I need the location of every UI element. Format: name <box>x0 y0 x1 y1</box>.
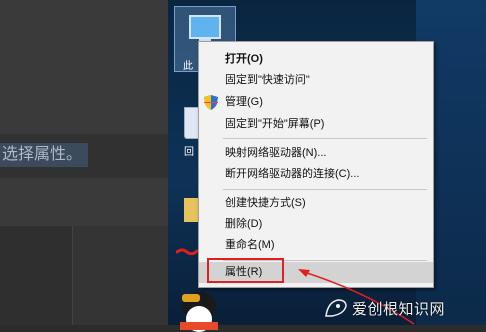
menu-item-map-network-drive[interactable]: 映射网络驱动器(N)... <box>199 143 433 164</box>
context-menu: 打开(O) 固定到"快速访问" 管理(G) 固定到"开始"屏幕(P) 映射网络驱… <box>198 41 434 288</box>
monitor-icon <box>189 15 221 39</box>
menu-item-create-shortcut[interactable]: 创建快捷方式(S) <box>199 193 433 214</box>
watermark-logo-icon <box>325 299 347 317</box>
menu-item-rename[interactable]: 重命名(M) <box>199 235 433 256</box>
qq-penguin-icon[interactable] <box>174 292 226 332</box>
instruction-text: 选择属性。 <box>0 143 89 167</box>
menu-separator <box>223 189 427 190</box>
recycle-bin-label: 回 <box>184 147 194 158</box>
menu-item-open[interactable]: 打开(O) <box>199 49 433 70</box>
red-mark-icon <box>176 248 198 255</box>
menu-item-pin-quick-access[interactable]: 固定到"快速访问" <box>199 70 433 91</box>
menu-item-pin-start[interactable]: 固定到"开始"屏幕(P) <box>199 114 433 135</box>
menu-item-delete[interactable]: 删除(D) <box>199 214 433 235</box>
menu-item-disconnect-network-drive[interactable]: 断开网络驱动器的连接(C)... <box>199 164 433 185</box>
folder-icon[interactable] <box>184 198 198 222</box>
menu-item-manage[interactable]: 管理(G) <box>199 92 433 113</box>
watermark-text: 爱创根知识网 <box>352 301 446 318</box>
menu-separator <box>223 138 427 139</box>
article-panel: 选择属性。 <box>0 0 168 325</box>
highlight-box <box>207 258 284 283</box>
article-image-area <box>0 226 73 325</box>
shield-icon <box>204 95 218 110</box>
this-pc-label: 此 <box>183 61 193 72</box>
